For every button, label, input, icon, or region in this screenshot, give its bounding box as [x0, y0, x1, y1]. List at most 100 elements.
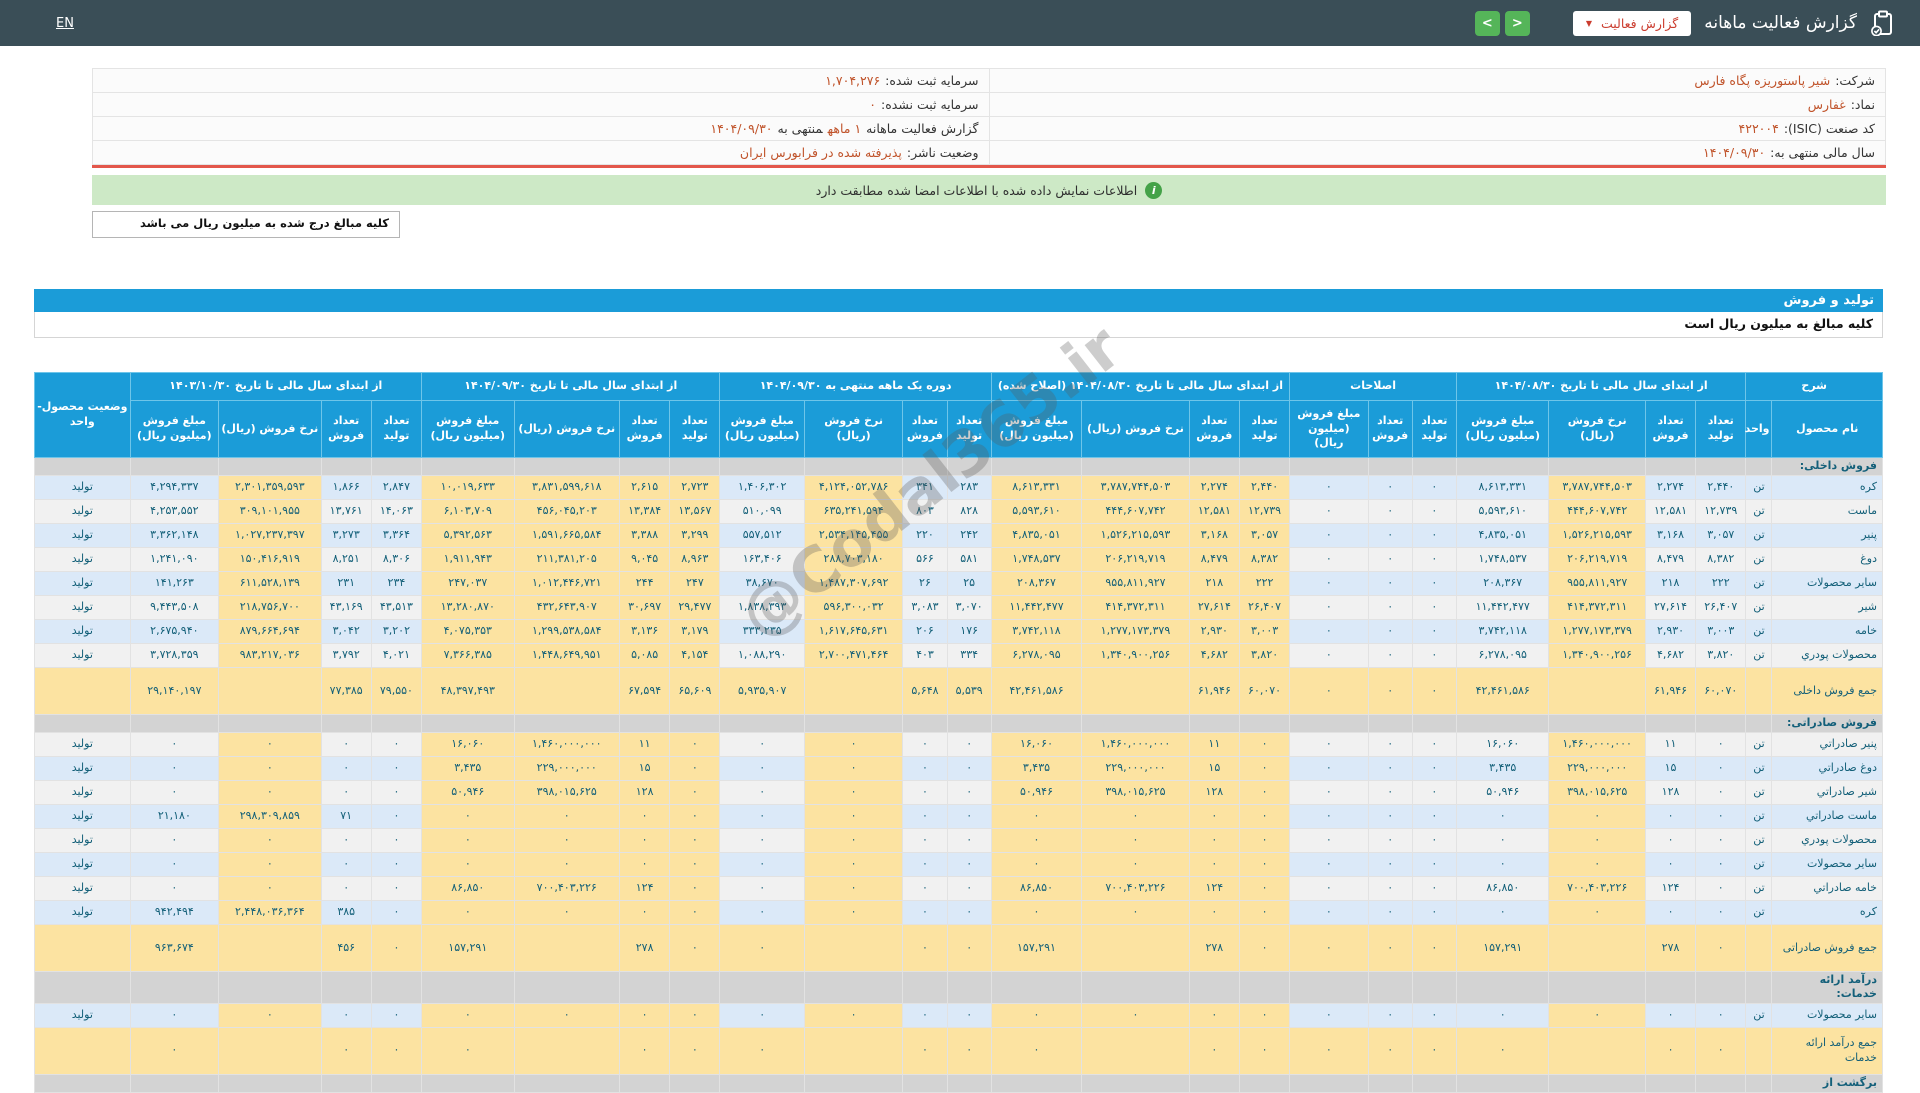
section-cell	[421, 1073, 515, 1093]
value-cell: ۱,۷۴۸,۵۳۷	[990, 547, 1083, 572]
value-cell: ۰	[1455, 804, 1550, 829]
value-cell: ۰	[129, 756, 220, 781]
value-cell: ۸,۴۷۹	[1644, 547, 1697, 572]
value-cell: ۰	[946, 900, 992, 925]
value-cell: ۱,۲۷۷,۱۷۳,۳۷۹	[1548, 619, 1646, 644]
value-cell: ۲۱۸	[1188, 571, 1240, 596]
value-cell: ۱۱	[1188, 732, 1240, 757]
value-cell: ۰	[1411, 1026, 1457, 1075]
product-name-cell: دوغ	[1771, 547, 1883, 572]
value-cell: ۰	[1367, 643, 1413, 668]
value-cell: ۰	[1411, 852, 1457, 877]
value-cell: ۰	[421, 828, 515, 853]
value-cell: ۰	[803, 756, 904, 781]
value-cell: ۲۳۱	[320, 571, 372, 596]
value-cell: ۰	[1367, 595, 1413, 620]
value-cell: ۰	[513, 852, 621, 877]
prev-report-button[interactable]: <	[1474, 10, 1500, 36]
value-cell: ۹۵۵,۸۱۱,۹۲۷	[1081, 571, 1190, 596]
value-cell: ۱,۰۲۷,۲۳۷,۳۹۷	[218, 523, 322, 548]
value-cell: ۰	[129, 780, 220, 805]
info-label: منتهی به	[777, 121, 823, 136]
value-cell: ۱۵۷,۲۹۱	[990, 924, 1083, 972]
value-cell: ۰	[946, 732, 992, 757]
value-cell: ۲۷۸	[619, 924, 671, 972]
value-cell: ۰	[719, 852, 805, 877]
status-cell: تولید	[34, 804, 131, 829]
section-title: درآمد ارائه خدمات:	[1771, 971, 1883, 1004]
page-title: گزارش فعالیت ماهانه	[1704, 13, 1857, 33]
header-group-2: از ابتدای سال مالی تا تاریخ ۱۴۰۴/۰۸/۳۰ (…	[990, 372, 1291, 401]
value-cell: ۰	[421, 804, 515, 829]
header-product-name: نام محصول	[1771, 400, 1883, 458]
value-cell: ۰	[1367, 1026, 1413, 1075]
report-type-label: گزارش فعالیت	[1600, 15, 1679, 31]
value-cell: ۰	[1289, 523, 1369, 548]
value-cell: ۴,۱۲۴,۰۵۲,۷۸۶	[803, 475, 904, 500]
value-cell: ۴,۰۷۵,۳۵۳	[421, 619, 515, 644]
value-cell: ۰	[669, 804, 721, 829]
value-cell: ۷۱	[320, 804, 372, 829]
value-cell	[803, 924, 904, 972]
value-cell: ۰	[513, 1002, 621, 1028]
section-cell	[1367, 971, 1413, 1004]
value-cell: ۴,۲۵۳,۵۵۲	[129, 499, 220, 524]
info-row: نماد: غفارس سرمایه ثبت نشده: ۰	[92, 92, 1886, 117]
header-subcol: تعداد تولید	[1238, 400, 1291, 458]
value-cell: ۳,۱۶۸	[1188, 523, 1240, 548]
value-cell: ۰	[719, 732, 805, 757]
value-cell: ۰	[719, 924, 805, 972]
value-cell: ۰	[1081, 828, 1190, 853]
value-cell: ۲۰۸,۳۶۷	[990, 571, 1083, 596]
value-cell: ۰	[946, 804, 992, 829]
value-cell: ۱,۲۹۹,۵۳۸,۵۸۴	[513, 619, 621, 644]
value-cell: ۰	[320, 732, 372, 757]
status-cell: تولید	[34, 547, 131, 572]
section-cell	[218, 1073, 322, 1093]
value-cell: ۶,۲۷۸,۰۹۵	[990, 643, 1083, 668]
value-cell: ۰	[619, 1002, 671, 1028]
value-cell: ۱,۵۲۶,۲۱۵,۵۹۳	[1548, 523, 1646, 548]
value-cell: ۰	[669, 732, 721, 757]
info-table-body: شرکت: شیر پاستوریزه پگاه فارس سرمایه ثبت ش…	[92, 68, 1886, 165]
info-icon: i	[1145, 181, 1163, 199]
value-cell: ۱,۳۴۰,۹۰۰,۲۵۶	[1548, 643, 1646, 668]
value-cell: ۰	[619, 900, 671, 925]
header-subcol: تعداد فروش	[320, 400, 372, 458]
next-report-button[interactable]: >	[1504, 10, 1530, 36]
value-cell: ۰	[669, 780, 721, 805]
value-cell: ۱۴,۰۶۳	[370, 499, 423, 524]
language-link[interactable]: EN	[56, 16, 74, 31]
value-cell: ۰	[1411, 667, 1457, 715]
report-type-dropdown[interactable]: گزارش فعالیت ▼	[1572, 10, 1692, 36]
value-cell: ۱۱	[619, 732, 671, 757]
value-cell: ۰	[1367, 756, 1413, 781]
value-cell: ۰	[218, 732, 322, 757]
value-cell: ۱۱	[1644, 732, 1697, 757]
value-cell: ۶,۲۷۸,۰۹۵	[1455, 643, 1550, 668]
value-cell: ۰	[1411, 732, 1457, 757]
value-cell: ۰	[946, 1026, 992, 1075]
value-cell: ۵۹۶,۳۰۰,۰۳۲	[803, 595, 904, 620]
value-cell	[218, 924, 322, 972]
section-cell	[719, 457, 805, 476]
section-cell	[218, 457, 322, 476]
section-cell	[619, 714, 671, 733]
table-row: سایر محصولات تن ۰ ۰ ۰ ۰ ۰ ۰ ۰ ۰ ۰ ۰ ۰ ۰ ۰ ۰ ۰ ۰ ۰ ۰ ۰ ۰ ۰ ۰ ۰ تول…	[34, 1002, 1883, 1028]
section-cell	[619, 457, 671, 476]
status-cell: تولید	[34, 828, 131, 853]
header-subcol: تعداد فروش	[902, 400, 948, 458]
value-cell: ۰	[1411, 523, 1457, 548]
value-cell: ۰	[1367, 804, 1413, 829]
value-cell: ۱۲۴	[619, 876, 671, 901]
value-cell: ۰	[719, 780, 805, 805]
section-cell	[129, 457, 220, 476]
value-cell: ۰	[320, 1002, 372, 1028]
value-cell: ۰	[421, 1002, 515, 1028]
value-cell: ۰	[1238, 852, 1291, 877]
info-row: سال مالی منتهی به: ۱۴۰۴/۰۹/۳۰ وضعیت ناشر: پ…	[92, 140, 1886, 165]
table-row: سایر محصولات تن ۰ ۰ ۰ ۰ ۰ ۰ ۰ ۰ ۰ ۰ ۰ ۰ ۰ ۰ ۰ ۰ ۰ ۰ ۰ ۰ ۰ ۰ ۰ تول…	[34, 852, 1883, 877]
section-cell	[34, 457, 131, 476]
value-cell: ۱,۵۹۱,۶۶۵,۵۸۴	[513, 523, 621, 548]
value-cell: ۰	[1455, 1026, 1550, 1075]
